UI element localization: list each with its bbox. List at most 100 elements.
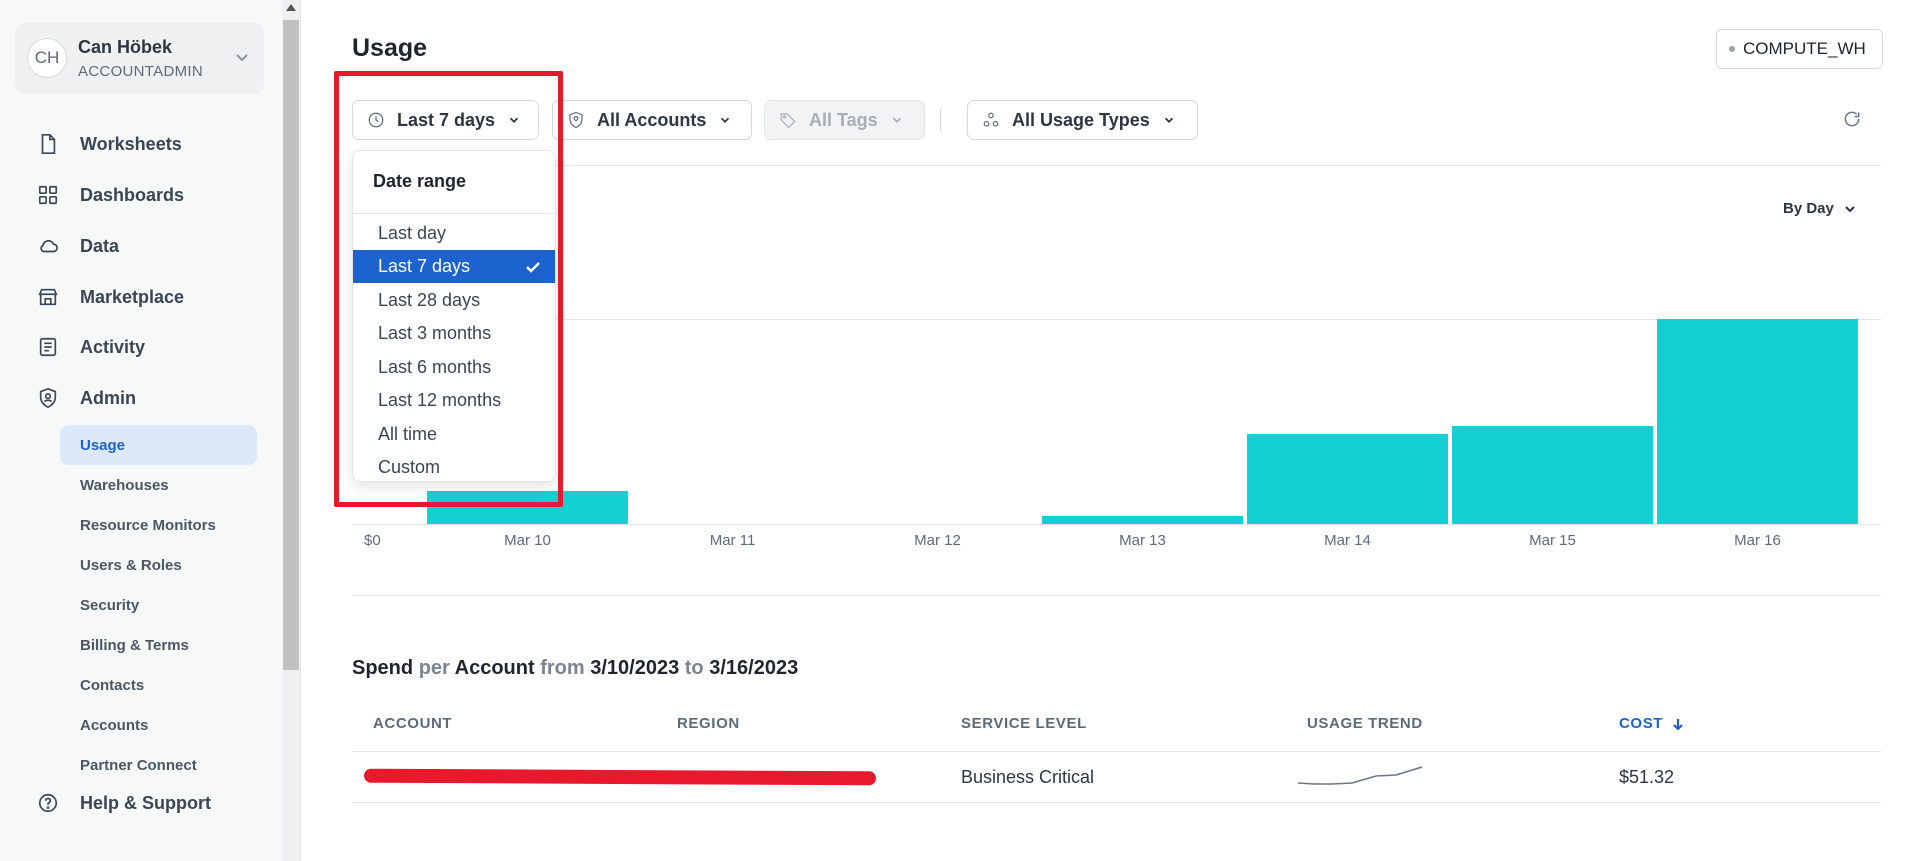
column-header-service-level[interactable]: SERVICE LEVEL: [961, 715, 1087, 732]
x-axis-tick-label: Mar 16: [1734, 532, 1781, 549]
cell-service-level: Business Critical: [961, 767, 1095, 787]
chevron-down-icon: [721, 117, 730, 123]
x-axis-tick-label: Mar 14: [1324, 532, 1371, 549]
sidebar-item-label: Activity: [80, 336, 146, 357]
user-menu[interactable]: CH Can Höbek ACCOUNTADMIN: [15, 23, 264, 94]
activity-icon: [36, 335, 60, 359]
sidebar-item-worksheets[interactable]: Worksheets: [36, 124, 182, 164]
date-option-last-day[interactable]: Last day: [353, 217, 555, 250]
sidebar-item-help[interactable]: Help & Support: [36, 783, 211, 823]
filter-separator: [940, 108, 941, 132]
chevron-down-icon: [892, 117, 901, 123]
page-title: Usage: [352, 34, 428, 62]
sidebar-subitem-usage[interactable]: Usage: [60, 425, 257, 465]
warehouse-selector[interactable]: COMPUTE_WH: [1716, 29, 1883, 69]
spend-per: per: [418, 657, 450, 679]
chart-bar[interactable]: [1657, 319, 1858, 524]
date-range-menu-header: Date range: [373, 171, 467, 191]
sidebar: CH Can Höbek ACCOUNTADMIN Worksheets Das…: [0, 0, 282, 861]
sidebar-subitem-partner-connect[interactable]: Partner Connect: [60, 745, 257, 785]
date-option-last-3-months[interactable]: Last 3 months: [353, 317, 555, 350]
date-option-custom[interactable]: Custom: [353, 451, 555, 484]
usage-trend-sparkline: [1298, 766, 1422, 785]
sidebar-subitem-users-roles[interactable]: Users & Roles: [60, 545, 257, 585]
menu-divider: [353, 213, 555, 214]
date-range-filter[interactable]: Last 7 days: [352, 100, 539, 140]
accounts-filter-label: All Accounts: [597, 109, 707, 130]
sidebar-item-label: Data: [80, 235, 120, 256]
usage-types-filter[interactable]: All Usage Types: [967, 100, 1198, 140]
sidebar-item-label: Admin: [80, 387, 136, 408]
sidebar-subitem-billing[interactable]: Billing & Terms: [60, 625, 257, 665]
sidebar-subitem-contacts[interactable]: Contacts: [60, 665, 257, 705]
redaction-mark: [363, 768, 877, 786]
date-option-last-7-days[interactable]: Last 7 days: [353, 250, 555, 283]
column-header-account[interactable]: ACCOUNT: [373, 715, 452, 732]
chart-bar[interactable]: [1452, 426, 1653, 524]
x-axis-tick-label: Mar 15: [1529, 532, 1576, 549]
sidebar-divider: [300, 0, 301, 861]
grid-icon: [36, 183, 60, 207]
y-axis-tick-label: $0: [364, 532, 381, 549]
sidebar-item-dashboards[interactable]: Dashboards: [36, 175, 184, 215]
tag-icon: [780, 113, 796, 129]
date-option-label: Last 7 days: [378, 256, 471, 276]
warehouse-name: COMPUTE_WH: [1743, 39, 1866, 58]
column-header-cost[interactable]: COST: [1619, 715, 1685, 732]
spend-to: to: [684, 657, 704, 679]
date-option-last-28-days[interactable]: Last 28 days: [353, 284, 555, 317]
arrow-down-icon: [1673, 718, 1683, 731]
x-axis-tick-label: Mar 12: [914, 532, 961, 549]
section-divider: [352, 595, 1881, 596]
triangle-nodes-icon: [983, 112, 999, 127]
x-axis-tick-label: Mar 10: [504, 532, 551, 549]
user-name: Can Höbek: [78, 37, 173, 57]
store-icon: [36, 285, 60, 309]
sidebar-scrollbar[interactable]: [282, 0, 300, 861]
sidebar-item-label: Worksheets: [80, 133, 182, 154]
date-option-last-12-months[interactable]: Last 12 months: [353, 384, 555, 417]
refresh-icon[interactable]: [1842, 109, 1862, 129]
chevron-down-icon: [1164, 117, 1173, 123]
chart-gridline: [352, 319, 1881, 320]
sidebar-item-activity[interactable]: Activity: [36, 327, 145, 367]
column-header-usage-trend[interactable]: USAGE TREND: [1307, 715, 1423, 732]
checkmark-icon: [525, 259, 541, 275]
chevron-down-icon: [509, 117, 519, 123]
chart-bar[interactable]: [1042, 516, 1243, 524]
section-divider: [352, 165, 1881, 166]
spend-end-date: 3/16/2023: [709, 657, 799, 679]
accounts-filter[interactable]: All Accounts: [552, 100, 752, 140]
column-header-region[interactable]: REGION: [677, 715, 740, 732]
chart-baseline: [352, 524, 1881, 525]
granularity-selector[interactable]: By Day: [1783, 200, 1856, 217]
table-row-divider: [352, 802, 1881, 803]
chart-bar[interactable]: [1247, 434, 1448, 524]
sidebar-item-label: Help & Support: [80, 792, 211, 813]
granularity-label: By Day: [1783, 200, 1834, 217]
tags-filter[interactable]: All Tags: [764, 100, 925, 140]
user-role: ACCOUNTADMIN: [78, 63, 203, 80]
date-option-all-time[interactable]: All time: [353, 418, 555, 451]
sidebar-subitem-security[interactable]: Security: [60, 585, 257, 625]
sidebar-item-data[interactable]: Data: [36, 226, 119, 266]
scroll-up-arrow-icon[interactable]: [286, 4, 296, 11]
sidebar-item-admin[interactable]: Admin: [36, 378, 136, 418]
clock-icon: [368, 112, 384, 128]
spend-dimension: Account: [454, 657, 535, 679]
sidebar-subitem-accounts[interactable]: Accounts: [60, 705, 257, 745]
x-axis-tick-label: Mar 13: [1119, 532, 1166, 549]
date-range-label: Last 7 days: [397, 109, 496, 130]
cell-cost: $51.32: [1619, 767, 1675, 787]
tags-filter-label: All Tags: [809, 109, 878, 130]
sidebar-item-marketplace[interactable]: Marketplace: [36, 277, 184, 317]
chevron-down-icon: [1845, 205, 1855, 212]
table-header-divider: [352, 751, 1881, 752]
sidebar-subitem-warehouses[interactable]: Warehouses: [60, 465, 257, 505]
column-header-cost-label: COST: [1619, 715, 1664, 732]
sidebar-subitem-resource-monitors[interactable]: Resource Monitors: [60, 505, 257, 545]
chart-bar[interactable]: [427, 491, 628, 524]
scrollbar-thumb[interactable]: [283, 20, 299, 670]
date-option-last-6-months[interactable]: Last 6 months: [353, 351, 555, 384]
date-range-menu: Date range Last day Last 7 days Last 28 …: [352, 150, 556, 482]
